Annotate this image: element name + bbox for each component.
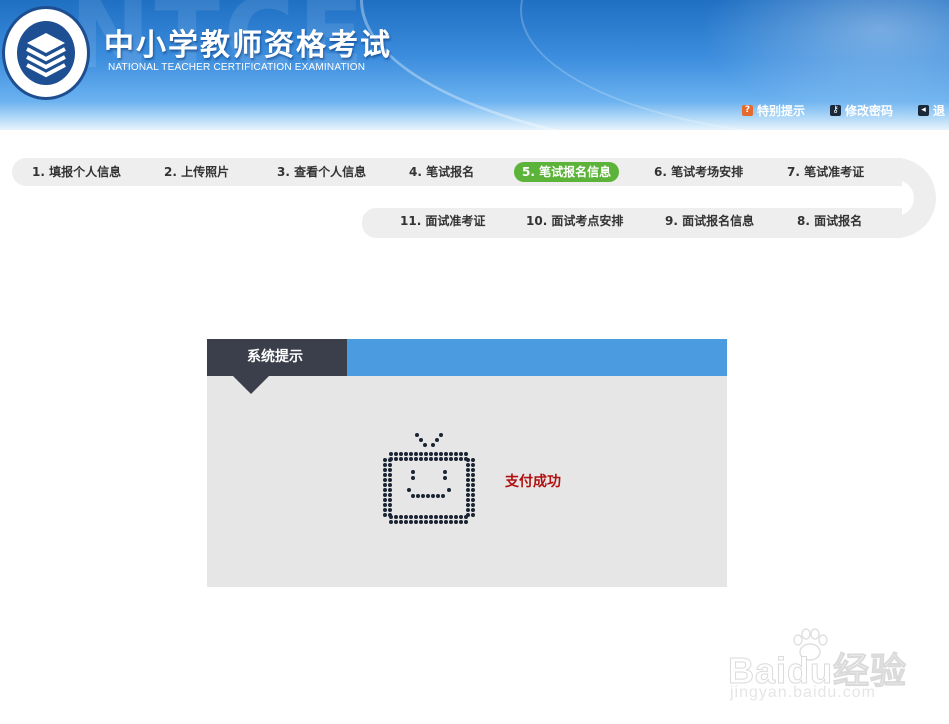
step-1-personal-info[interactable]: 1. 填报个人信息 xyxy=(32,162,121,182)
step-5-written-registration-info[interactable]: 5. 笔试报名信息 xyxy=(514,162,620,182)
site-header: NTCE 中小学教师资格考试 NATIONAL TEACHER CERTIFIC… xyxy=(0,0,949,130)
message-header-title: 系统提示 xyxy=(207,339,347,376)
key-icon: ⚷ xyxy=(830,105,841,116)
step-11-interview-admission-ticket[interactable]: 11. 面试准考证 xyxy=(400,211,485,231)
step-8-interview-registration[interactable]: 8. 面试报名 xyxy=(797,211,862,231)
logout-label: 退 xyxy=(933,104,946,118)
site-subtitle: NATIONAL TEACHER CERTIFICATION EXAMINATI… xyxy=(108,62,366,73)
message-header-pointer xyxy=(233,376,269,394)
step-10-interview-site[interactable]: 10. 面试考点安排 xyxy=(526,211,623,231)
baidu-url-text: jingyan.baidu.com xyxy=(730,684,876,701)
change-password-link[interactable]: ⚷ 修改密码 xyxy=(830,102,893,119)
step-2-upload-photo[interactable]: 2. 上传照片 xyxy=(164,162,229,182)
system-message-box: 系统提示 支付成功 xyxy=(207,339,727,587)
step-7-written-admission-ticket[interactable]: 7. 笔试准考证 xyxy=(787,162,864,182)
step-4-written-registration[interactable]: 4. 笔试报名 xyxy=(409,162,474,182)
payment-success-text: 支付成功 xyxy=(505,474,561,490)
book-stack-icon xyxy=(26,33,66,78)
site-logo xyxy=(2,6,90,100)
warning-icon: ? xyxy=(742,105,753,116)
special-notice-label: 特别提示 xyxy=(757,104,806,118)
special-notice-link[interactable]: ? 特别提示 xyxy=(742,102,805,119)
step-3-view-personal-info[interactable]: 3. 查看个人信息 xyxy=(277,162,366,182)
site-title: 中小学教师资格考试 xyxy=(104,28,392,63)
logout-link[interactable]: ◂ 退 xyxy=(918,102,945,119)
exit-icon: ◂ xyxy=(918,105,929,116)
step-9-interview-registration-info[interactable]: 9. 面试报名信息 xyxy=(665,211,754,231)
change-password-label: 修改密码 xyxy=(845,104,894,118)
baidu-jingyan-watermark: Baidu经验 jingyan.baidu.com xyxy=(727,628,943,708)
step-6-written-exam-room[interactable]: 6. 笔试考场安排 xyxy=(654,162,743,182)
tv-smile-icon xyxy=(383,433,475,524)
